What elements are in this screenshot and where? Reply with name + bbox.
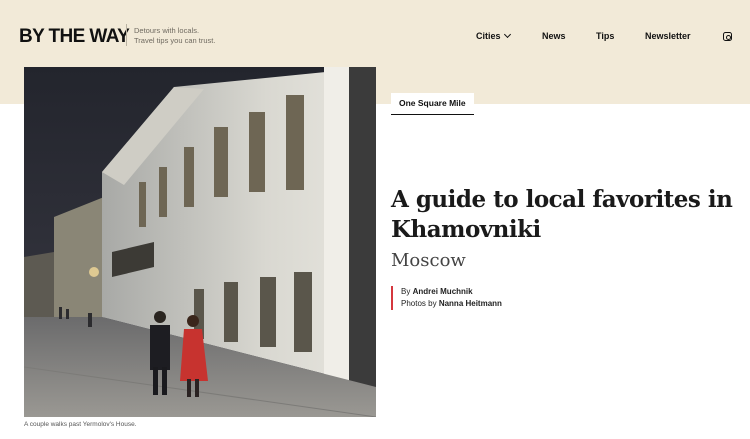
nav-cities-label: Cities xyxy=(476,31,501,41)
tagline-line-2: Travel tips you can trust. xyxy=(134,36,216,45)
author-name[interactable]: Andrei Muchnik xyxy=(413,287,473,296)
section-tag[interactable]: One Square Mile xyxy=(391,93,474,115)
instagram-icon[interactable] xyxy=(723,32,732,41)
article-headline: A guide to local favorites in Khamovniki xyxy=(391,186,733,243)
photo-caption: A couple walks past Yermolov's House. xyxy=(24,421,137,428)
nav-newsletter[interactable]: Newsletter xyxy=(645,31,691,41)
logo-divider xyxy=(126,24,127,46)
photos-prefix: Photos by xyxy=(401,299,437,308)
site-logo[interactable]: BY THE WAY xyxy=(19,26,130,48)
photographer-name[interactable]: Nanna Heitmann xyxy=(439,299,502,308)
byline-author-line: By Andrei Muchnik xyxy=(401,286,502,298)
byline-prefix: By xyxy=(401,287,411,296)
site-tagline: Detours with locals. Travel tips you can… xyxy=(134,26,215,46)
site-header: BY THE WAY Detours with locals. Travel t… xyxy=(0,0,750,74)
chevron-down-icon xyxy=(503,30,511,39)
byline: By Andrei Muchnik Photos by Nanna Heitma… xyxy=(391,286,502,310)
byline-photographer-line: Photos by Nanna Heitmann xyxy=(401,298,502,310)
nav-news[interactable]: News xyxy=(542,31,566,41)
hero-photo xyxy=(24,67,376,417)
tagline-line-1: Detours with locals. xyxy=(134,26,200,35)
nav-tips[interactable]: Tips xyxy=(596,31,614,41)
nav-cities[interactable]: Cities xyxy=(476,30,511,41)
article-subhead: Moscow xyxy=(391,250,466,271)
